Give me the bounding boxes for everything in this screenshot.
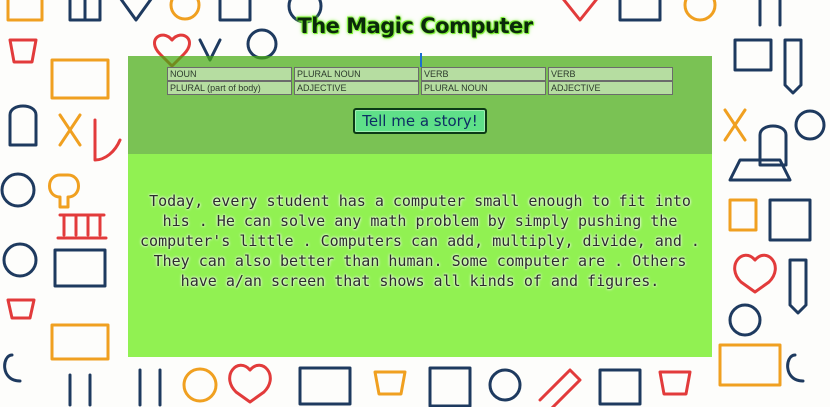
text-cursor — [420, 53, 422, 67]
adjective-input-2[interactable] — [548, 81, 673, 95]
page-title: The Magic Computer — [297, 14, 533, 38]
plural-noun-input-2[interactable] — [421, 81, 546, 95]
plural-body-part-input[interactable] — [167, 81, 292, 95]
verb-input-2[interactable] — [548, 67, 673, 81]
noun-input[interactable] — [167, 67, 292, 81]
story-text: Today, every student has a computer smal… — [140, 192, 700, 290]
word-inputs — [167, 67, 675, 95]
verb-input[interactable] — [421, 67, 546, 81]
plural-noun-input[interactable] — [294, 67, 419, 81]
adjective-input[interactable] — [294, 81, 419, 95]
tell-story-button[interactable]: Tell me a story! — [353, 108, 487, 134]
